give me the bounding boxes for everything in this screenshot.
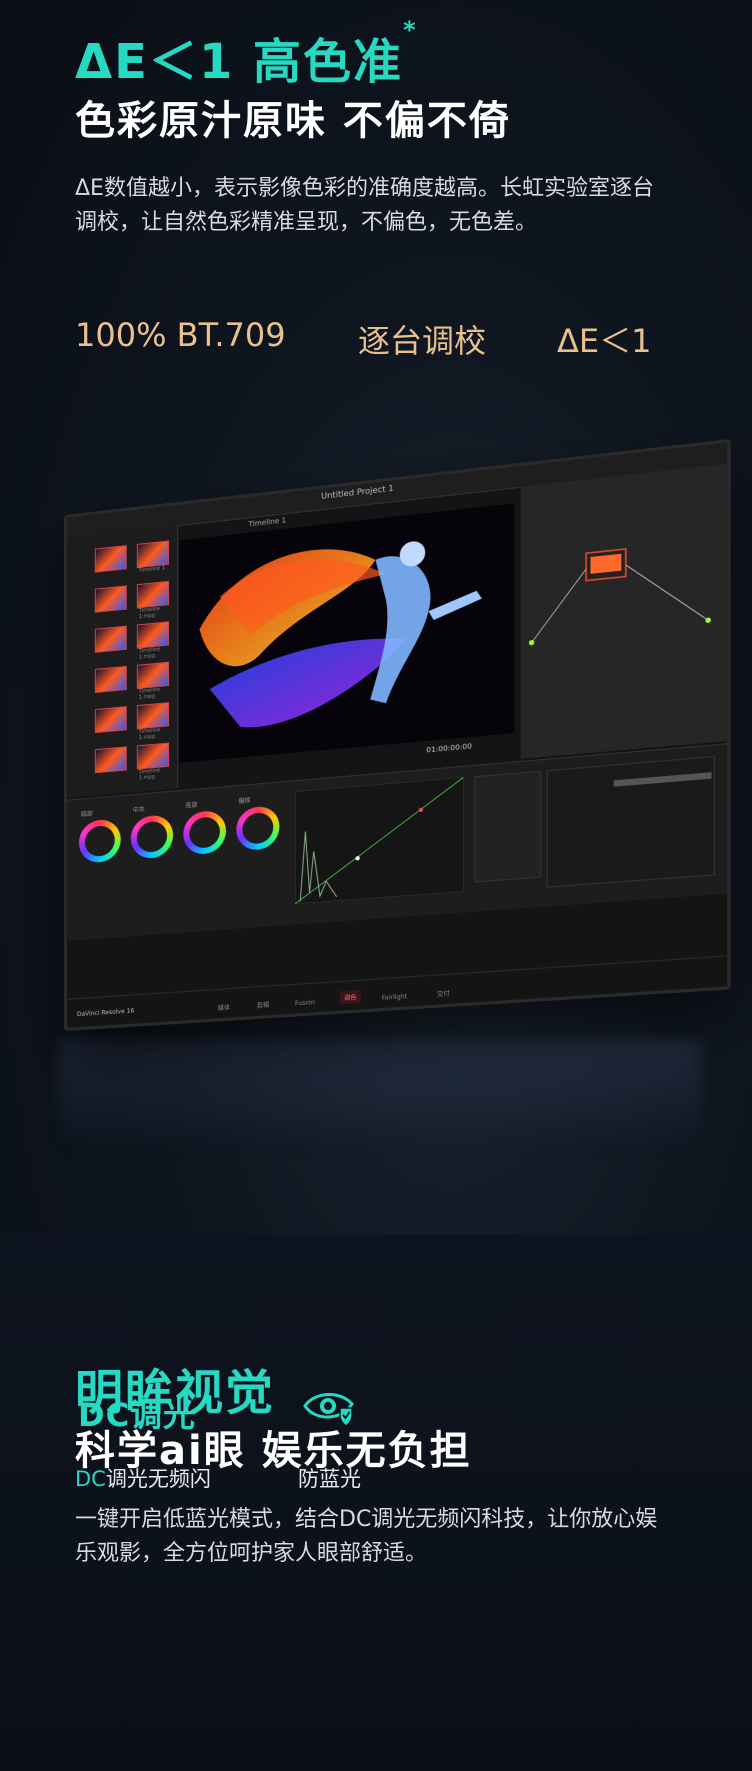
color-wheel-midtones[interactable] <box>130 813 174 860</box>
media-thumbnail <box>136 661 170 690</box>
media-thumbnail <box>94 706 127 734</box>
media-thumbnail <box>94 545 127 573</box>
stat-calibration: 逐台调校 <box>358 322 487 360</box>
nav-edit[interactable]: 剪辑 <box>257 1000 269 1010</box>
dancer-image <box>179 503 515 763</box>
feature-dc-label: DC调光无频闪 <box>75 1467 211 1491</box>
nav-deliver[interactable]: 交付 <box>437 988 450 998</box>
viewer-timecode: 01:00:00:00 <box>426 742 472 755</box>
thumbnail-label: Timeline 1.mpg <box>138 767 161 782</box>
feature-blue-light-label: 防蓝光 <box>298 1467 361 1491</box>
media-thumbnail <box>136 702 170 730</box>
tv-display: Untitled Project 1 Timeline 1 Timeline 1… <box>64 438 731 1032</box>
timeline-label: Timeline 1 <box>248 516 287 529</box>
keyframe-panel <box>546 755 715 888</box>
thumbnail-label: Timeline 1.mpg <box>138 686 161 701</box>
thumbnail-label: Timeline 1.mpg <box>138 646 161 661</box>
wheel-label: 亮部 <box>185 801 198 810</box>
wheel-label: 偏移 <box>238 797 251 806</box>
media-thumbnail <box>94 625 127 653</box>
eye-shield-icon <box>303 1393 354 1427</box>
dc-dimming-icon: DC调光 <box>78 1396 197 1434</box>
thumbnail-label: Timeline 1 <box>138 565 166 574</box>
thumbnail-label: Timeline 1.mpg <box>138 727 161 742</box>
media-thumbnail <box>136 621 170 649</box>
project-title: Untitled Project 1 <box>321 483 394 502</box>
node-editor <box>520 463 728 759</box>
nav-fusion[interactable]: Fusion <box>295 999 315 1007</box>
media-thumbnail <box>94 665 127 694</box>
nav-color[interactable]: 调色 <box>339 989 361 1005</box>
media-thumbnail <box>136 580 170 609</box>
media-thumbnail <box>94 585 127 613</box>
rgb-mixer <box>474 770 542 883</box>
eye-care-section: 明眸视觉 科学ai眼 娱乐无负担 一键开启低蓝光模式，结合DC调光无频闪科技，让… <box>0 1235 752 1771</box>
eye-care-description: 一键开启低蓝光模式，结合DC调光无频闪科技，让你放心娱乐观影，全方位呵护家人眼部… <box>75 1507 658 1566</box>
color-wheel-shadows[interactable] <box>78 818 121 864</box>
color-wheel-highlights[interactable] <box>183 809 227 856</box>
color-accuracy-section: ΔE＜1 高色准* 色彩原汁原味 不偏不倚 ΔE数值越小，表示影像色彩的准确度越… <box>0 0 752 1235</box>
nav-fairlight[interactable]: Fairlight <box>382 993 407 1002</box>
media-thumbnail <box>94 746 127 774</box>
accuracy-subheadline: 色彩原汁原味 不偏不倚 <box>75 98 511 144</box>
preview-viewer <box>179 503 515 763</box>
thumbnail-label: Timeline 1.mpg <box>138 605 161 621</box>
stat-delta-e: ΔE＜1 <box>557 322 652 360</box>
app-name: DaVinci Resolve 16 <box>76 1007 135 1019</box>
media-pool: Timeline 1 Timeline 1.mpg Timeline 1.mpg… <box>66 525 179 798</box>
accuracy-headline: ΔE＜1 高色准* <box>75 16 418 90</box>
page-navigation: DaVinci Resolve 16 媒体 剪辑 Fusion 调色 Fairl… <box>66 955 728 1028</box>
color-wheel-offset[interactable] <box>236 805 280 852</box>
nav-media[interactable]: 媒体 <box>218 1002 230 1012</box>
accuracy-description: ΔE数值越小，表示影像色彩的准确度越高。长虹实验室逐台调校，让自然色彩精准呈现，… <box>75 176 654 235</box>
curves-graph[interactable] <box>295 777 464 905</box>
node-graph <box>528 463 711 646</box>
wheel-label: 中灰 <box>132 806 145 815</box>
wheel-label: 暗部 <box>80 810 93 819</box>
media-thumbnail <box>136 742 170 770</box>
stat-bt709: 100% BT.709 <box>75 316 286 354</box>
media-thumbnail <box>136 540 170 569</box>
tv-reflection <box>60 1040 700 1150</box>
